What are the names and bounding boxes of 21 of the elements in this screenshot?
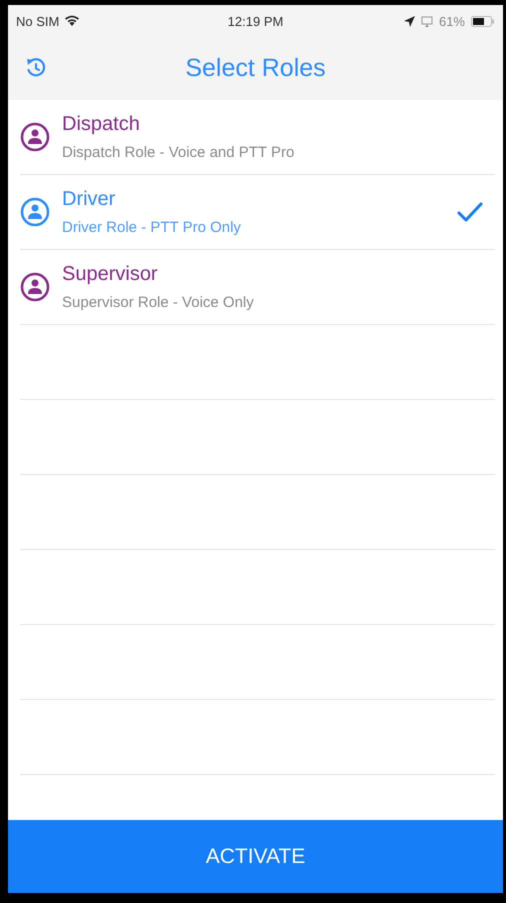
role-name: Dispatch [62, 113, 140, 136]
battery-icon [471, 16, 495, 26]
screen-title: Select Roles [185, 54, 326, 83]
role-description: Dispatch Role - Voice and PTT Pro [62, 144, 294, 161]
role-row[interactable]: Supervisor Supervisor Role - Voice Only [20, 250, 495, 325]
person-icon [20, 272, 50, 302]
screen-icon [420, 16, 433, 26]
role-name: Driver [62, 188, 116, 211]
wifi-icon [64, 15, 80, 27]
location-arrow-icon [404, 16, 415, 26]
activate-button[interactable]: ACTIVATE [8, 820, 503, 893]
role-row[interactable]: Dispatch Dispatch Role - Voice and PTT Pro [20, 100, 495, 175]
person-icon [20, 197, 50, 227]
person-icon [20, 122, 50, 152]
clock-time: 12:19 PM [228, 14, 284, 28]
role-description: Driver Role - PTT Pro Only [62, 219, 241, 236]
checkmark-icon [457, 202, 483, 222]
role-name: Supervisor [62, 263, 158, 286]
role-description: Supervisor Role - Voice Only [62, 294, 254, 311]
carrier-label: No SIM [16, 14, 60, 28]
battery-percent: 61% [438, 14, 465, 28]
